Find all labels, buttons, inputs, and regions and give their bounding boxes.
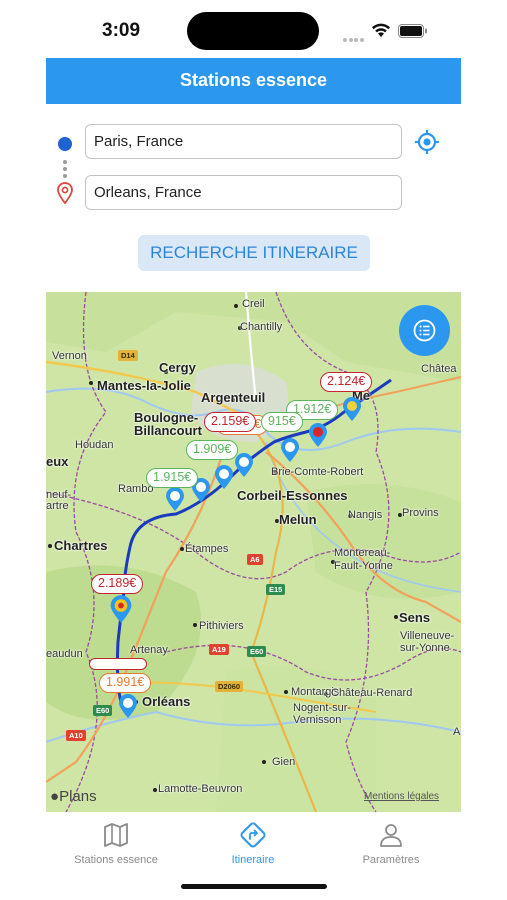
wifi-icon <box>372 23 390 37</box>
app-header: Stations essence <box>46 58 461 104</box>
price-badge[interactable]: 1.915€ <box>146 468 199 488</box>
place-label: Mantes-la-Jolie <box>97 378 191 393</box>
price-badge[interactable]: 2.159€ <box>204 412 257 432</box>
locate-icon[interactable] <box>414 129 440 155</box>
station-pin-icon[interactable] <box>118 693 138 719</box>
map-view[interactable]: Creil Chantilly Vernon Cergy Mantes-la-J… <box>46 292 461 812</box>
directions-icon <box>240 822 266 848</box>
road-shield: E15 <box>266 584 286 595</box>
origin-dot-icon <box>58 137 72 151</box>
place-label: Étampes <box>185 543 229 555</box>
place-label: Argenteuil <box>201 390 266 405</box>
place-label: Château-Renard <box>331 687 413 699</box>
apple-logo-icon: ● <box>50 788 60 805</box>
place-label: Vernon <box>52 350 87 362</box>
place-label: Provins <box>402 507 439 519</box>
place-label: Brie-Comte-Robert <box>271 466 364 478</box>
station-pin-icon[interactable] <box>234 452 254 478</box>
route-connector-icon <box>63 160 67 178</box>
place-label: Nogent-sur- Vernisson <box>293 702 352 726</box>
road-shield: D14 <box>118 350 138 361</box>
list-toggle-button[interactable] <box>399 305 450 356</box>
price-badge[interactable]: 2.189€ <box>91 574 144 594</box>
destination-pin-icon <box>57 182 73 204</box>
place-label: Orléans <box>142 694 191 709</box>
person-icon <box>380 824 402 847</box>
price-badge[interactable]: 1.909€ <box>186 440 239 460</box>
road-shield: E60 <box>247 646 267 657</box>
place-label: Melun <box>279 512 317 527</box>
legal-link[interactable]: Mentions légales <box>364 791 439 802</box>
place-label: Cergy <box>159 360 196 375</box>
map-base <box>46 292 461 812</box>
tab-parametres[interactable]: Paramètres <box>321 820 461 866</box>
road-shield: A19 <box>209 644 229 655</box>
station-pin-icon[interactable] <box>165 486 185 512</box>
place-label: Montereau- Fault-Yonne <box>334 547 393 572</box>
place-label: Corbeil-Essonnes <box>237 488 348 503</box>
place-label: Châtea <box>421 363 457 375</box>
home-indicator <box>181 884 327 889</box>
price-badge-stack[interactable] <box>89 658 147 670</box>
station-pin-icon[interactable] <box>308 422 328 448</box>
road-shield: A10 <box>66 730 86 741</box>
place-label: Nangis <box>348 509 383 521</box>
signal-icon <box>343 29 365 42</box>
place-label: Creil <box>242 298 265 310</box>
status-bar: 3:09 <box>0 0 507 58</box>
dynamic-island <box>187 12 319 50</box>
road-shield: E60 <box>93 705 113 716</box>
map-attribution: ●Plans <box>50 788 97 805</box>
place-label: Artenay <box>130 644 168 656</box>
battery-icon <box>398 24 427 38</box>
station-pin-icon[interactable] <box>280 437 300 463</box>
place-label: Chantilly <box>240 321 283 333</box>
place-label: Lamotte-Beuvron <box>158 783 243 795</box>
map-icon <box>104 823 128 847</box>
tab-label: Paramètres <box>362 854 420 866</box>
place-label: eaudun <box>46 648 83 660</box>
place-label: Houdan <box>75 439 114 451</box>
place-label: Gien <box>272 756 296 768</box>
place-label: Pithiviers <box>199 620 244 632</box>
place-label: neuf- artre <box>46 489 72 512</box>
place-label: Boulogne- Billancourt <box>134 410 202 438</box>
price-badge[interactable]: 915€ <box>261 412 303 432</box>
station-pin-icon[interactable] <box>214 464 234 490</box>
status-time: 3:09 <box>102 20 141 41</box>
destination-field[interactable] <box>85 175 402 210</box>
price-badge[interactable]: 1.991€ <box>99 673 152 693</box>
tab-stations[interactable]: Stations essence <box>46 820 186 866</box>
place-label: eux <box>46 454 69 469</box>
tab-label: Itineraire <box>231 854 275 866</box>
place-label: Villeneuve- sur-Yonne <box>400 630 455 654</box>
search-route-button[interactable]: RECHERCHE ITINERAIRE <box>138 235 370 271</box>
tab-itineraire[interactable]: Itineraire <box>183 820 323 866</box>
tab-label: Stations essence <box>74 854 158 866</box>
road-shield: D2060 <box>215 681 244 692</box>
station-pin-icon[interactable] <box>342 396 362 422</box>
origin-field[interactable] <box>85 124 402 159</box>
page-title: Stations essence <box>179 70 328 90</box>
price-badge[interactable]: 2.124€ <box>320 372 373 392</box>
station-pin-icon[interactable] <box>109 594 133 624</box>
place-label: Chartres <box>54 538 108 553</box>
road-shield: A6 <box>247 554 263 565</box>
place-label: Sens <box>399 610 431 625</box>
list-icon <box>413 319 436 342</box>
place-label: A <box>453 726 461 738</box>
